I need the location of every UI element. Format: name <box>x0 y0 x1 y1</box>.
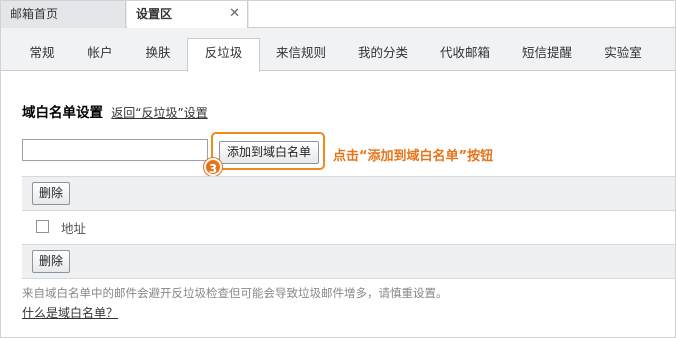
list-header-row: 地址 <box>22 211 675 244</box>
tab-mail-home[interactable]: 邮箱首页 <box>1 1 126 28</box>
delete-button-bottom[interactable]: 删除 <box>32 250 70 273</box>
section-header: 域白名单设置 返回“反垃圾”设置 <box>22 101 208 121</box>
select-all-checkbox[interactable] <box>36 220 49 233</box>
nav-general[interactable]: 常规 <box>13 39 71 71</box>
nav-lab[interactable]: 实验室 <box>588 39 658 71</box>
delete-button-top[interactable]: 删除 <box>32 182 70 205</box>
nav-antispam[interactable]: 反垃圾 <box>187 38 260 72</box>
list-toolbar-bottom: 删除 <box>22 244 675 279</box>
step-badge: 3 <box>204 158 222 176</box>
close-icon[interactable]: ✕ <box>229 1 240 27</box>
nav-my-categories[interactable]: 我的分类 <box>342 39 424 71</box>
settings-nav: 常规 帐户 换肤 反垃圾 来信规则 我的分类 代收邮箱 短信提醒 实验室 <box>1 28 675 72</box>
domain-input[interactable] <box>22 139 208 161</box>
nav-mail-rules[interactable]: 来信规则 <box>260 39 342 71</box>
tab-settings[interactable]: 设置区 ✕ <box>127 1 248 29</box>
what-is-whitelist-link[interactable]: 什么是域白名单？ <box>22 304 118 321</box>
back-to-antispam-link[interactable]: 返回“反垃圾”设置 <box>111 106 207 120</box>
nav-sms-alert[interactable]: 短信提醒 <box>506 39 588 71</box>
add-to-whitelist-button[interactable]: 添加到域白名单 <box>219 141 319 164</box>
nav-collect-mail[interactable]: 代收邮箱 <box>424 39 506 71</box>
nav-skin[interactable]: 换肤 <box>129 39 187 71</box>
top-tab-strip: 邮箱首页 设置区 ✕ <box>1 1 675 29</box>
instruction-hint: 点击“添加到域白名单”按钮 <box>333 149 494 164</box>
address-column-header: 地址 <box>61 221 87 236</box>
list-toolbar-top: 删除 <box>22 176 675 211</box>
page-title: 域白名单设置 <box>22 105 103 121</box>
tab-settings-label: 设置区 <box>136 7 173 21</box>
tab-strip-filler <box>249 1 675 28</box>
warning-note: 来自域白名单中的邮件会避开反垃圾检查但可能会导致垃圾邮件增多，请慎重设置。 <box>22 286 448 300</box>
nav-account[interactable]: 帐户 <box>71 39 129 71</box>
settings-window: 邮箱首页 设置区 ✕ 常规 帐户 换肤 反垃圾 来信规则 我的分类 代收邮箱 短… <box>0 0 676 338</box>
